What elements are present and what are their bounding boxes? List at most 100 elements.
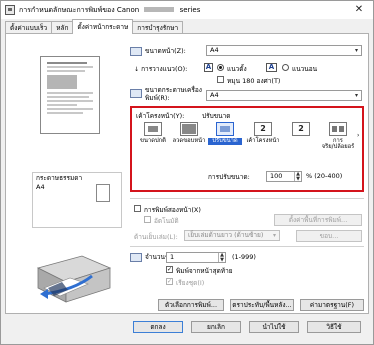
duplex-checkbox[interactable] [134,205,141,212]
printer-illustration-icon [36,255,112,303]
title-bar: การกำหนดลักษณะการพิมพ์ของ Canon series ✕ [1,1,373,19]
paper-caption: กระดาษธรรมดา A4 [36,174,82,192]
booklet-caption: การ จริย/ปล้อยอร์ [318,138,358,150]
window-title-text: การกำหนดลักษณะการพิมพ์ของ Canon [19,5,140,14]
rotate-180-checkbox[interactable] [217,76,224,83]
layout-page-layout-button[interactable]: 2 เค้าโครงหน้า [246,122,280,154]
stamp-background-button[interactable]: ตราประทับ/พื้นหลัง... [230,299,294,311]
divider [130,198,364,199]
close-icon[interactable]: ✕ [349,3,369,17]
duplex-auto-label: อัตโนมัติ [154,217,179,225]
icon-fill [339,126,344,132]
staple-side-value: เย็บเล่มด้านยาว (ด้านซ้าย) [188,231,264,239]
landscape-radio[interactable] [282,64,289,71]
tiling-layout-icon: 2 [292,122,310,136]
landscape-icon: A [266,63,277,72]
page-size-label: ขนาดหน้า(Z): [130,46,186,56]
divider [130,246,364,247]
chevron-down-icon: ▾ [272,232,276,239]
preview-line [47,104,77,106]
print-from-last-label: พิมพ์จากหน้าสุดท้าย [176,267,233,275]
staple-side-select[interactable]: เย็บเล่มด้านยาว (ด้านซ้าย) ▾ [184,230,280,241]
printer-app-icon [5,5,15,15]
page-size-icon [130,46,142,56]
printer-paper-size-label: ขนาดกระดาษเครื่อง พิมพ์(R): [130,86,202,102]
printer-paper-label-line2: พิมพ์(R): [145,94,170,102]
borderless-layout-icon [180,122,198,136]
duplex-auto-checkbox[interactable] [144,216,151,223]
print-from-last-checkbox[interactable]: ✓ [166,266,173,273]
preview-line [47,100,93,102]
duplex-label: การพิมพ์สองหน้า(X) [144,206,201,214]
icon-fill [220,126,230,132]
scaling-range: % (20-400) [306,172,343,180]
ok-button[interactable]: ตกลง [133,321,183,333]
portrait-icon: A [204,63,213,72]
preview-line [47,92,93,94]
printing-preferences-window: การกำหนดลักษณะการพิมพ์ของ Canon series ✕… [0,0,374,345]
copies-value: 1 [170,253,175,261]
cancel-button[interactable]: ยกเลิก [191,321,241,333]
orientation-label: ↓ การวางแนว(O): [134,64,187,74]
layout-borderless-button[interactable]: ลวดขอบหน้า [172,122,206,154]
tab-page-setup[interactable]: ตั้งค่าหน้ากระดาษ [72,19,134,34]
scaling-input[interactable]: 100 ▲ ▼ [266,171,302,182]
print-area-setup-button[interactable]: ตั้งค่าพื้นที่การพิมพ์... [274,214,362,226]
page-size-select[interactable]: A4 ▾ [206,45,362,56]
layout-scaled-button[interactable]: ปรับขนาด [208,122,242,154]
scaling-label: การปรับขนาด: [208,173,250,181]
icon-fill [182,124,196,134]
spinner-arrows-icon[interactable]: ▲ ▼ [294,172,301,181]
layout-tiling-button[interactable]: 2 [284,122,318,154]
preview-line [47,96,89,98]
page-size-value: A4 [210,46,219,54]
page-size-label-text: ขนาดหน้า(Z): [145,47,186,55]
page-preview [40,56,100,134]
window-title: การกำหนดลักษณะการพิมพ์ของ Canon series [19,5,200,16]
landscape-label: แนวนอน [292,65,318,73]
chevron-down-icon: ▾ [354,47,358,54]
margin-button[interactable]: ขอบ... [296,230,362,242]
page-layout-current: ปรับขนาด [202,112,231,120]
copies-range: (1-999) [232,253,256,261]
printer-paper-label-line1: ขนาดกระดาษเครื่อง [145,86,202,94]
preview-line [47,108,93,110]
window-title-suffix: series [179,5,201,14]
chevron-down-icon: ▾ [354,92,358,99]
staple-side-label: ด้านเย็บเล่ม(L): [134,233,178,241]
layout-normal-button[interactable]: ขนาดปกติ [136,122,170,154]
layout-option-label: จริย/ปล้อยอร์ [321,144,355,150]
paper-size-text: A4 [36,183,45,191]
icon-fill [332,126,337,132]
paper-sheet-icon [96,184,110,202]
rotate-180-label: หมุน 180 องศา(T) [227,77,281,85]
printer-paper-size-value: A4 [210,91,219,99]
scaled-layout-icon [216,122,234,136]
copies-icon [130,252,142,262]
apply-button[interactable]: นำไปใช้ [249,321,299,333]
orientation-arrow-icon: ↓ [134,66,140,73]
layout-booklet-button[interactable]: การ จริย/ปล้อยอร์ [318,122,358,154]
printer-paper-size-select[interactable]: A4 ▾ [206,90,362,101]
defaults-button[interactable]: ค่ามาตรฐาน(F) [300,299,364,311]
page-layout-2up-icon: 2 [254,122,272,136]
collate-checkbox[interactable]: ✓ [166,278,173,285]
orientation-label-text: การวางแนว(O): [141,65,188,73]
portrait-label: แนวตั้ง [227,65,247,73]
booklet-layout-icon [329,122,347,136]
preview-line [47,62,87,64]
scroll-right-icon[interactable]: › [357,132,359,139]
copies-input[interactable]: 1 ▲ ▼ [166,252,226,263]
preview-image [47,75,77,89]
layout-option-label: เค้าโครงหน้า [246,138,280,144]
spinner-arrows-icon[interactable]: ▲ ▼ [218,253,225,262]
portrait-radio[interactable] [217,64,224,71]
layout-option-label: ปรับขนาด [208,138,242,145]
page-setup-panel: กระดาษธรรมดา A4 ขนาดหน้า(Z): A4 ▾ ↓ การว… [5,33,369,314]
redacted-model-bar [144,7,175,12]
help-button[interactable]: วิธีใช้ [307,321,361,333]
page-layout-label: เค้าโครงหน้า(Y): [136,112,185,120]
tab-strip: ตั้งค่าแบบเร็ว หลัก ตั้งค่าหน้ากระดาษ กา… [5,19,184,34]
print-options-button[interactable]: ตัวเลือกการพิมพ์... [158,299,224,311]
scaling-value: 100 [270,172,283,180]
